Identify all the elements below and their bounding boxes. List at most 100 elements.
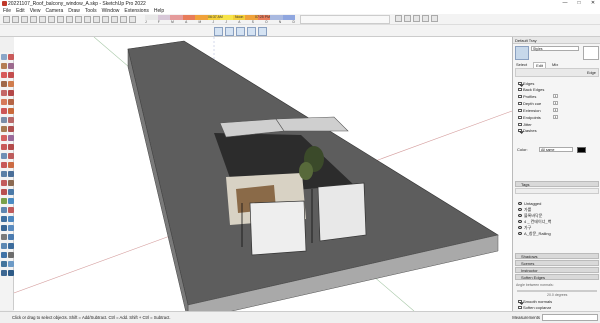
minimize-button[interactable]: — [558,0,572,7]
right-view-button[interactable] [247,27,256,36]
position-camera-icon[interactable] [1,180,7,186]
scale-icon[interactable] [1,108,7,114]
menu-extensions[interactable]: Extensions [124,8,148,14]
profiles-value[interactable]: 1 [553,94,558,98]
checkbox-icon[interactable] [518,122,522,127]
style-name-field[interactable]: Styles [531,46,579,51]
checkbox-icon[interactable] [518,101,522,106]
push-pull-button[interactable] [48,16,55,23]
look-around-button[interactable] [422,15,429,22]
axes-icon[interactable] [1,135,7,141]
rotate-tool-button[interactable] [66,16,73,23]
front-view-button[interactable] [236,27,245,36]
styles-icon[interactable] [1,252,7,258]
text-tool-button[interactable] [102,16,109,23]
endpoints-value[interactable]: 1 [553,115,558,119]
color-dropdown[interactable]: All same [539,147,573,152]
extension-icon[interactable] [1,225,7,231]
pan-tool-button[interactable] [129,16,136,23]
shadows-section-header[interactable]: Shadows [515,253,599,259]
line-tool-button[interactable] [21,16,28,23]
instructor-section-header[interactable]: Instructor [515,267,599,273]
measurements-field[interactable] [542,314,598,321]
menu-file[interactable]: File [3,8,11,14]
circle-tool-button[interactable] [39,16,46,23]
eye-icon[interactable] [518,208,522,211]
orbit-tool-button[interactable] [120,16,127,23]
eraser-button[interactable] [12,16,19,23]
dashes-option[interactable]: Dashes [518,128,537,133]
zoom-icon[interactable] [1,162,7,168]
menu-tools[interactable]: Tools [85,8,97,14]
eye-icon[interactable] [518,220,522,223]
tags-section-header[interactable]: Tags [515,181,599,187]
rotate-icon[interactable] [1,99,7,105]
jitter-option[interactable]: Jitter [518,122,532,127]
checkbox-icon[interactable] [518,87,522,92]
tags-icon[interactable] [1,270,7,276]
drape-icon[interactable] [1,207,7,213]
eye-icon[interactable] [518,202,522,205]
edges-option[interactable]: Edges [518,81,534,86]
rectangle-icon[interactable] [1,72,7,78]
scenes-section-header[interactable]: Scenes [515,260,599,266]
soften-angle-slider[interactable] [517,290,597,292]
eye-icon[interactable] [518,214,522,217]
eye-icon[interactable] [518,232,522,235]
section-plane-button[interactable] [404,15,411,22]
rectangle-tool-button[interactable] [30,16,37,23]
offset-tool-button[interactable] [84,16,91,23]
layout-icon[interactable] [1,234,7,240]
eye-icon[interactable] [518,226,522,229]
checkbox-icon[interactable] [518,81,522,86]
edge-color-swatch[interactable] [577,147,586,153]
checkbox-icon[interactable] [518,108,522,113]
tag-row[interactable]: 가구 [518,225,531,230]
smooth-normals-option[interactable]: Smooth normals [518,299,552,304]
tag-row[interactable]: A_창문_Railing [518,231,551,236]
menu-edit[interactable]: Edit [16,8,25,14]
position-camera-button[interactable] [431,15,438,22]
shadow-time-slider[interactable] [300,15,390,24]
menu-window[interactable]: Window [102,8,120,14]
model-info-icon[interactable] [1,243,7,249]
arrow-select-icon[interactable] [1,54,7,60]
checkbox-icon[interactable] [518,94,522,99]
top-view-button[interactable] [225,27,234,36]
menu-view[interactable]: View [30,8,41,14]
pencil-icon[interactable] [1,63,7,69]
maximize-button[interactable]: □ [572,0,586,7]
scale-tool-button[interactable] [75,16,82,23]
iso-view-button[interactable] [214,27,223,36]
tape-measure-icon[interactable] [1,117,7,123]
back-edges-option[interactable]: Back Edges [518,87,544,92]
tape-tool-button[interactable] [93,16,100,23]
select-tool-button[interactable] [3,16,10,23]
tag-row[interactable]: 4 _ 컨테이너_벽 [518,219,551,224]
profiles-option[interactable]: Profiles [518,94,536,99]
close-button[interactable]: ✕ [586,0,600,7]
depth-cue-value[interactable]: 1 [553,101,558,105]
flip-edge-icon[interactable] [1,216,7,222]
soften-edges-section-header[interactable]: Soften Edges [515,274,599,280]
depth-cue-option[interactable]: Depth cue [518,101,541,106]
model-viewport[interactable] [14,37,512,311]
move-tool-button[interactable] [57,16,64,23]
dimension-button[interactable] [395,15,402,22]
back-view-button[interactable] [258,27,267,36]
look-around-icon[interactable] [1,189,7,195]
walk-button[interactable] [413,15,420,22]
polygon-icon[interactable] [1,81,7,87]
move-icon[interactable] [1,90,7,96]
menu-camera[interactable]: Camera [45,8,63,14]
extension-option[interactable]: Extension [518,108,541,113]
protractor-icon[interactable] [1,126,7,132]
extension-value[interactable]: 1 [553,108,558,112]
menu-draw[interactable]: Draw [68,8,80,14]
zoom-extents-icon[interactable] [1,171,7,177]
checkbox-icon[interactable] [518,128,522,133]
checkbox-icon[interactable] [518,305,522,310]
paint-bucket-button[interactable] [111,16,118,23]
paint-bucket-icon[interactable] [1,144,7,150]
checkbox-icon[interactable] [518,115,522,120]
